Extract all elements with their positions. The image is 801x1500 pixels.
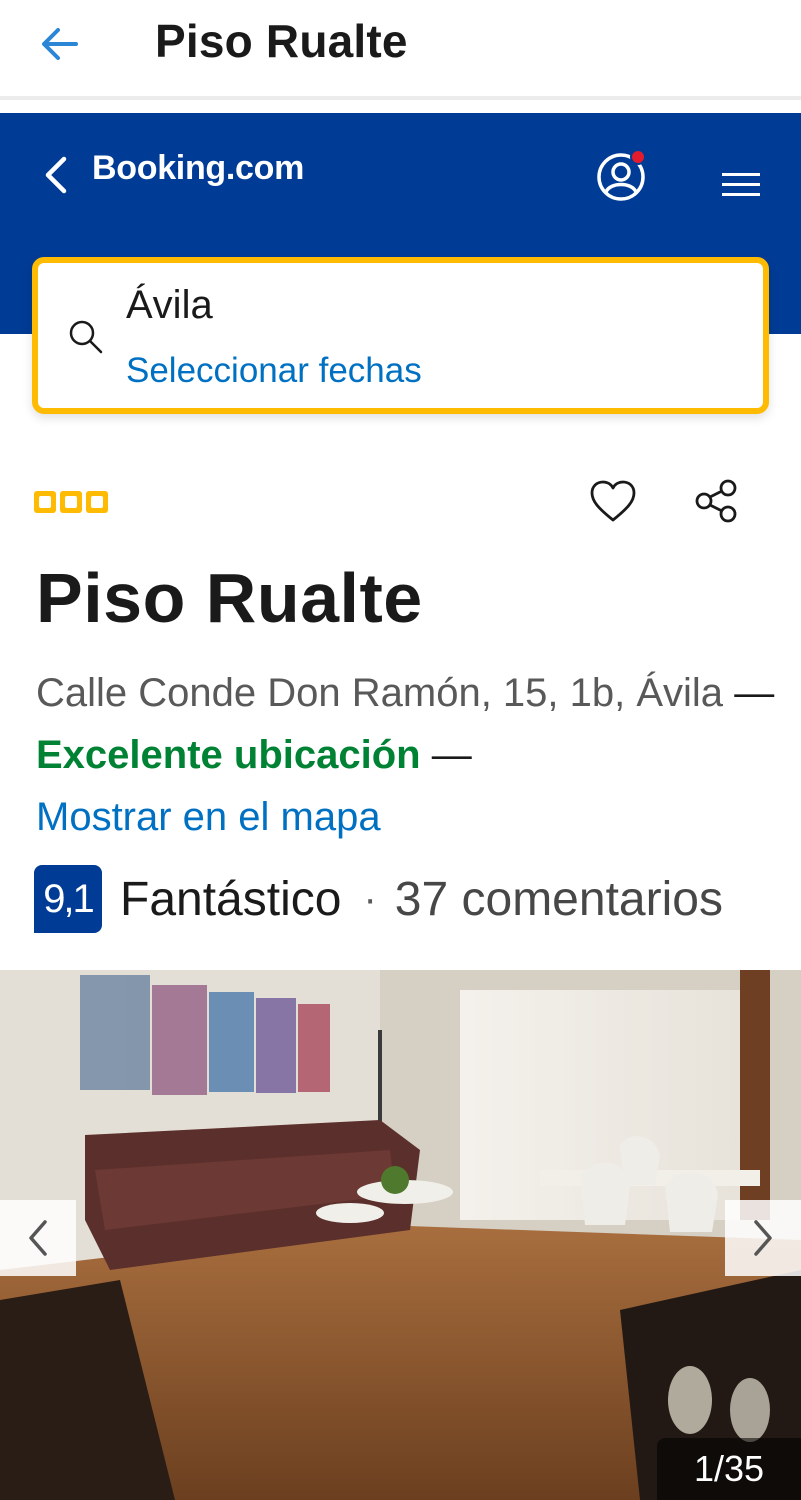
rating-separator: · xyxy=(363,876,377,921)
chevron-right-icon xyxy=(754,1220,772,1256)
booking-logo[interactable]: Booking.com xyxy=(92,149,304,188)
arrow-left-icon[interactable] xyxy=(38,22,82,66)
search-city[interactable]: Ávila xyxy=(126,283,213,328)
heart-icon[interactable] xyxy=(588,478,638,524)
gallery-next-button[interactable] xyxy=(725,1200,801,1276)
photo-counter: 1/35 xyxy=(657,1438,801,1500)
gallery-prev-button[interactable] xyxy=(0,1200,76,1276)
search-icon xyxy=(69,320,103,354)
address-separator: — xyxy=(431,733,472,777)
property-address: Calle Conde Don Ramón, 15, 1b, Ávila — E… xyxy=(36,662,776,848)
property-title: Piso Rualte xyxy=(36,559,423,637)
photo-gallery[interactable]: 1/35 xyxy=(0,970,801,1500)
chevron-left-icon xyxy=(29,1220,47,1256)
share-icon[interactable] xyxy=(692,478,740,524)
star-square-icon xyxy=(34,491,56,513)
review-score-badge: 9,1 xyxy=(34,865,102,933)
app-title: Piso Rualte xyxy=(155,15,408,67)
star-square-icon xyxy=(60,491,82,513)
property-photo xyxy=(0,970,801,1500)
address-text: Calle Conde Don Ramón, 15, 1b, Ávila xyxy=(36,671,724,715)
search-box[interactable]: Ávila Seleccionar fechas xyxy=(32,257,769,414)
app-bar: Piso Rualte xyxy=(0,0,801,100)
select-dates-link[interactable]: Seleccionar fechas xyxy=(126,351,422,391)
show-on-map-link[interactable]: Mostrar en el mapa xyxy=(36,795,381,839)
location-score-label: Excelente ubicación xyxy=(36,733,421,777)
address-separator: — xyxy=(734,671,775,715)
star-square-icon xyxy=(86,491,108,513)
star-rating xyxy=(34,491,108,513)
chevron-left-icon[interactable] xyxy=(38,153,72,197)
review-count[interactable]: 37 comentarios xyxy=(395,872,723,927)
hamburger-icon[interactable] xyxy=(720,169,762,201)
review-summary[interactable]: 9,1 Fantástico · 37 comentarios xyxy=(34,864,723,934)
review-score-label: Fantástico xyxy=(120,872,342,926)
user-circle-icon[interactable] xyxy=(594,148,650,204)
